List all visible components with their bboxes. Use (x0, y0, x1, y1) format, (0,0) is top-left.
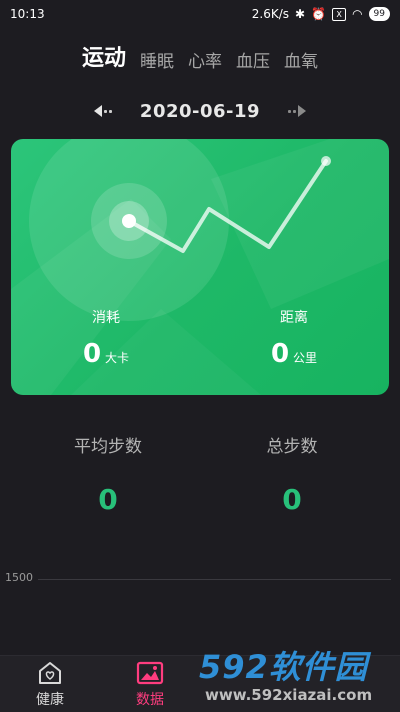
steps-chart: 1500 (0, 571, 400, 591)
tab-heart-rate[interactable]: 心率 (188, 47, 222, 72)
arrow-left-icon (93, 105, 102, 117)
nav-health-label: 健康 (36, 692, 64, 708)
bluetooth-icon: ✱ (295, 7, 306, 21)
consume-value: 0 (82, 339, 102, 369)
wifi-icon: ◠ (352, 7, 363, 21)
avg-steps: 平均步数 0 (28, 432, 188, 516)
distance-label: 距离 (280, 310, 308, 326)
arrow-right-icon (298, 105, 307, 117)
prev-date-button[interactable] (93, 105, 112, 117)
category-tabs: 运动 睡眠 心率 血压 血氧 (0, 40, 400, 72)
consume-metric: 消耗 0 大卡 (66, 307, 146, 369)
battery-icon: 99 (368, 7, 390, 21)
chart-gridline (38, 579, 391, 580)
tab-exercise[interactable]: 运动 (82, 40, 126, 72)
nav-data-label: 数据 (136, 692, 164, 708)
nav-health[interactable]: 健康 (0, 656, 100, 712)
watermark-url: www.592xiazai.com (205, 686, 373, 704)
status-icons: 2.6K/s ✱ ⏰ X ◠ 99 (252, 7, 390, 21)
next-date-button[interactable] (288, 105, 307, 117)
watermark-logo: 592软件园 (199, 642, 368, 688)
sim-box-icon: X (332, 7, 347, 21)
consume-label: 消耗 (92, 310, 120, 326)
watermark-text: 软件园 (268, 648, 368, 686)
distance-value: 0 (270, 339, 290, 369)
current-date: 2020-06-19 (139, 100, 261, 122)
status-time: 10:13 (10, 7, 45, 21)
avg-steps-label: 平均步数 (74, 437, 142, 457)
y-axis-label: 1500 (5, 571, 33, 584)
distance-metric: 距离 0 公里 (254, 307, 334, 369)
avg-steps-value: 0 (98, 483, 118, 516)
tab-sleep[interactable]: 睡眠 (140, 47, 174, 72)
total-steps-label: 总步数 (266, 437, 318, 457)
total-steps-value: 0 (282, 483, 302, 516)
consume-unit: 大卡 (105, 351, 130, 365)
data-image-icon (136, 661, 164, 685)
site-watermark: 592软件园 www.592xiazai.com (195, 640, 400, 711)
total-steps: 总步数 0 (212, 432, 372, 516)
watermark-number: 592 (199, 648, 269, 686)
distance-unit: 公里 (293, 351, 318, 365)
heart-house-icon (39, 662, 61, 684)
alarm-off-icon: ⏰ (311, 7, 327, 21)
date-selector: 2020-06-19 (0, 96, 400, 126)
tab-blood-pressure[interactable]: 血压 (236, 47, 270, 72)
network-speed: 2.6K/s (251, 7, 290, 21)
nav-data[interactable]: 数据 (100, 656, 200, 712)
tab-blood-oxygen[interactable]: 血氧 (284, 47, 318, 72)
summary-card: 消耗 0 大卡 距离 0 公里 (11, 139, 389, 395)
status-bar: 10:13 2.6K/s ✱ ⏰ X ◠ 99 (0, 0, 400, 28)
